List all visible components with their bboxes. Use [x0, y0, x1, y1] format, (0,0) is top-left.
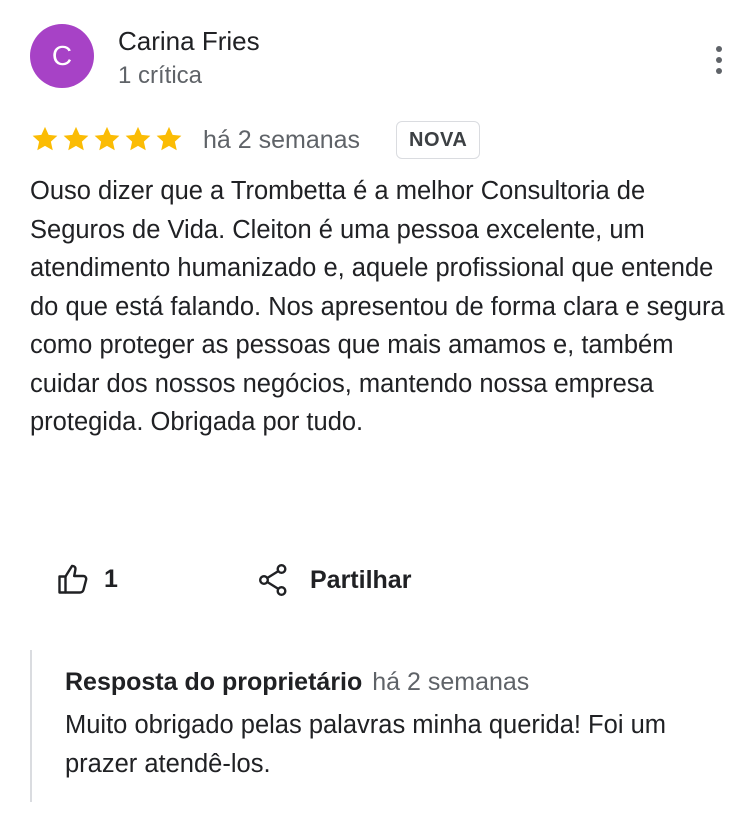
- share-label: Partilhar: [310, 565, 412, 594]
- avatar[interactable]: C: [30, 24, 94, 88]
- more-vert-icon: [716, 46, 722, 74]
- review-date: há 2 semanas: [203, 126, 361, 154]
- share-button[interactable]: Partilhar: [258, 563, 411, 597]
- star-rating: [30, 124, 184, 154]
- more-options-button[interactable]: [702, 42, 736, 78]
- reply-divider: [30, 650, 32, 802]
- star-icon: [123, 124, 153, 154]
- new-badge: NOVA: [396, 121, 481, 159]
- owner-reply-text: Muito obrigado pelas palavras minha quer…: [65, 711, 666, 778]
- owner-reply-title: Resposta do proprietário: [65, 668, 363, 696]
- star-icon: [92, 124, 122, 154]
- star-icon: [154, 124, 184, 154]
- owner-reply-date: há 2 semanas: [372, 668, 530, 696]
- star-icon: [61, 124, 91, 154]
- share-icon: [259, 564, 287, 597]
- like-count: 1: [104, 564, 118, 593]
- star-icon: [30, 124, 60, 154]
- reviewer-review-count: 1 crítica: [118, 62, 203, 89]
- reviewer-name[interactable]: Carina Fries: [118, 26, 260, 57]
- review-text: Ouso dizer que a Trombetta é a melhor Co…: [30, 177, 725, 436]
- like-button[interactable]: 1: [56, 562, 118, 596]
- thumb-up-icon: [58, 564, 88, 594]
- owner-reply-header: Resposta do proprietário há 2 semanas: [65, 668, 529, 697]
